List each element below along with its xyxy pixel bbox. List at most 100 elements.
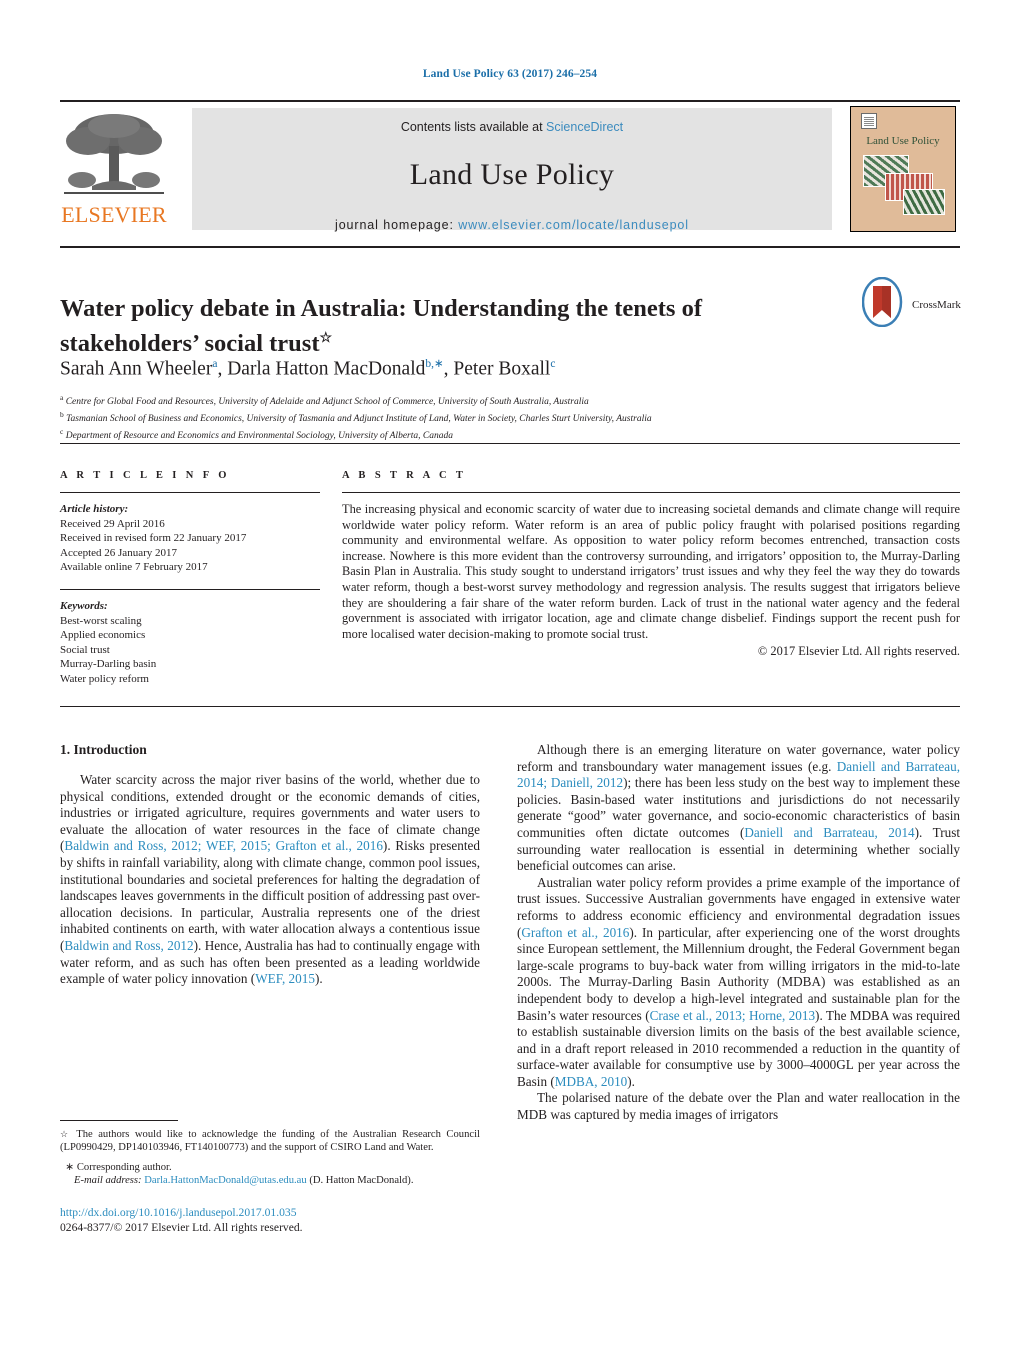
keywords-label: Keywords: (60, 599, 108, 612)
citation-link[interactable]: Crase et al., 2013; Horne, 2013 (650, 1008, 815, 1023)
paragraph: The polarised nature of the debate over … (517, 1090, 960, 1123)
article-info-heading: A R T I C L E I N F O (60, 470, 230, 481)
article-title-text: Water policy debate in Australia: Unders… (60, 295, 702, 358)
affiliation-item: a Centre for Global Food and Resources, … (60, 392, 940, 409)
affiliation-item: b Tasmanian School of Business and Econo… (60, 409, 940, 426)
body-column-left: 1. Introduction Water scarcity across th… (60, 742, 480, 988)
journal-title: Land Use Policy (409, 158, 615, 191)
keywords-block: Keywords: Best-worst scaling Applied eco… (60, 599, 320, 687)
citation-link[interactable]: WEF, 2015 (255, 971, 315, 986)
email-link[interactable]: Darla.HattonMacDonald@utas.edu.au (144, 1175, 306, 1186)
crossmark-icon (862, 277, 903, 327)
footnote-email-line: E-mail address: Darla.HattonMacDonald@ut… (74, 1174, 480, 1187)
article-history-label: Article history: (60, 503, 129, 515)
affiliation-text-2: Department of Resource and Economics and… (65, 430, 453, 441)
affiliation-text-1: Tasmanian School of Business and Economi… (66, 413, 652, 424)
article-history: Article history: Received 29 April 2016 … (60, 502, 320, 575)
elsevier-wordmark: ELSEVIER (61, 202, 167, 227)
affiliation-item: c Department of Resource and Economics a… (60, 426, 940, 443)
info-divider-bottom (60, 706, 960, 707)
email-suffix: (D. Hatton MacDonald). (309, 1175, 414, 1187)
footnote-funding-marker: ☆ (60, 1129, 71, 1139)
article-info-column: A R T I C L E I N F O Article history: R… (60, 470, 320, 687)
article-first-page: Land Use Policy 63 (2017) 246–254 ELSEVI… (0, 0, 1020, 1351)
doi-link[interactable]: http://dx.doi.org/10.1016/j.landusepol.2… (60, 1205, 490, 1220)
citation-link[interactable]: Baldwin and Ross, 2012 (64, 938, 193, 953)
paragraph: Although there is an emerging literature… (517, 742, 960, 875)
paragraph-text: ). (627, 1073, 635, 1089)
citation-link[interactable]: Grafton et al., 2016 (521, 925, 629, 940)
journal-homepage-line: journal homepage: www.elsevier.com/locat… (192, 218, 832, 232)
footnote-block: ☆ The authors would like to acknowledge … (60, 1120, 480, 1188)
homepage-label: journal homepage: (335, 218, 459, 232)
abstract-copyright: © 2017 Elsevier Ltd. All rights reserved… (757, 644, 960, 659)
citation-link[interactable]: Daniell and Barrateau, 2014 (744, 825, 914, 840)
author-affil-mark-1: b,∗ (425, 358, 444, 370)
history-item: Received in revised form 22 January 2017 (60, 532, 247, 545)
author-affil-mark-2: c (550, 358, 556, 370)
affiliation-mark-1: b (60, 409, 64, 419)
body-column-right: Although there is an emerging literature… (517, 742, 960, 1124)
contents-line: Contents lists available at ScienceDirec… (192, 120, 832, 134)
crossmark-badge[interactable]: CrossMark (862, 277, 962, 333)
keyword-item: Best-worst scaling (60, 614, 142, 627)
author-name-1: Darla Hatton MacDonald (227, 358, 426, 380)
section-heading-introduction: 1. Introduction (60, 742, 147, 757)
paragraph-text: ). (314, 971, 323, 987)
elsevier-tree-icon (62, 108, 166, 200)
abstract-column: A B S T R A C T The increasing physical … (342, 470, 960, 659)
running-head: Land Use Policy 63 (2017) 246–254 (422, 68, 598, 80)
cover-title-text: Land Use Policy (866, 135, 940, 147)
homepage-url-link[interactable]: www.elsevier.com/locate/landusepol (458, 218, 689, 232)
keyword-item: Social trust (60, 643, 110, 656)
footnote-corresponding: ∗ Corresponding author. (60, 1161, 480, 1174)
title-footnote-marker: ☆ (319, 331, 333, 347)
issn-copyright-line: 0264-8377/© 2017 Elsevier Ltd. All right… (60, 1221, 303, 1234)
abstract-text: The increasing physical and economic sca… (342, 502, 960, 641)
paragraph: Water scarcity across the major river ba… (60, 772, 480, 988)
cover-photo-3 (903, 189, 945, 215)
title-divider (60, 246, 960, 248)
citation-link[interactable]: Baldwin and Ross, 2012; WEF, 2015; Graft… (64, 838, 383, 853)
info-divider-top (60, 443, 960, 444)
paragraph: Australian water policy reform provides … (517, 875, 960, 1091)
cover-publisher-icon (861, 113, 877, 129)
page-title: Water policy debate in Australia: Unders… (60, 294, 760, 359)
paragraph-text: The polarised nature of the debate over … (517, 1090, 960, 1123)
journal-cover-thumbnail: Land Use Policy (850, 106, 956, 232)
affiliation-mark-2: c (60, 426, 64, 436)
author-name-2: Peter Boxall (453, 358, 551, 380)
history-item: Received 29 April 2016 (60, 517, 165, 530)
affiliation-list: a Centre for Global Food and Resources, … (60, 392, 940, 442)
article-info-rule (60, 492, 320, 493)
affiliation-mark-0: a (60, 393, 64, 402)
paragraph-text: ). Risks presented by shifts in rainfall… (60, 838, 480, 953)
doi-block: http://dx.doi.org/10.1016/j.landusepol.2… (60, 1205, 490, 1235)
history-item: Accepted 26 January 2017 (60, 546, 177, 559)
keyword-item: Applied economics (60, 629, 146, 642)
keyword-item: Water policy reform (60, 672, 149, 685)
keywords-rule (60, 588, 320, 590)
elsevier-logo: ELSEVIER (60, 108, 168, 230)
abstract-heading: A B S T R A C T (342, 470, 467, 481)
author-sep-0: , (217, 358, 228, 380)
citation-link[interactable]: MDBA, 2010 (555, 1074, 628, 1089)
email-label: E-mail address: (74, 1175, 142, 1187)
keyword-item: Murray-Darling basin (60, 658, 157, 671)
history-item: Available online 7 February 2017 (60, 561, 208, 574)
footnote-funding: ☆ The authors would like to acknowledge … (60, 1128, 480, 1155)
footnote-funding-text: The authors would like to acknowledge th… (60, 1129, 480, 1154)
affiliation-text-0: Centre for Global Food and Resources, Un… (65, 397, 589, 408)
abstract-rule (342, 492, 960, 493)
footnote-divider (60, 1120, 178, 1121)
crossmark-label: CrossMark (912, 299, 961, 311)
sciencedirect-link[interactable]: ScienceDirect (546, 120, 623, 134)
author-list: Sarah Ann Wheelera, Darla Hatton MacDona… (60, 356, 880, 381)
footnote-corresponding-text: Corresponding author. (76, 1161, 172, 1173)
footnote-corresponding-marker: ∗ (65, 1161, 75, 1173)
author-sep-1: , (443, 358, 454, 380)
journal-band: Contents lists available at ScienceDirec… (192, 108, 832, 232)
journal-masthead: ELSEVIER Contents lists available at Sci… (60, 100, 960, 232)
contents-prefix: Contents lists available at (400, 120, 547, 134)
author-name-0: Sarah Ann Wheeler (60, 358, 213, 380)
